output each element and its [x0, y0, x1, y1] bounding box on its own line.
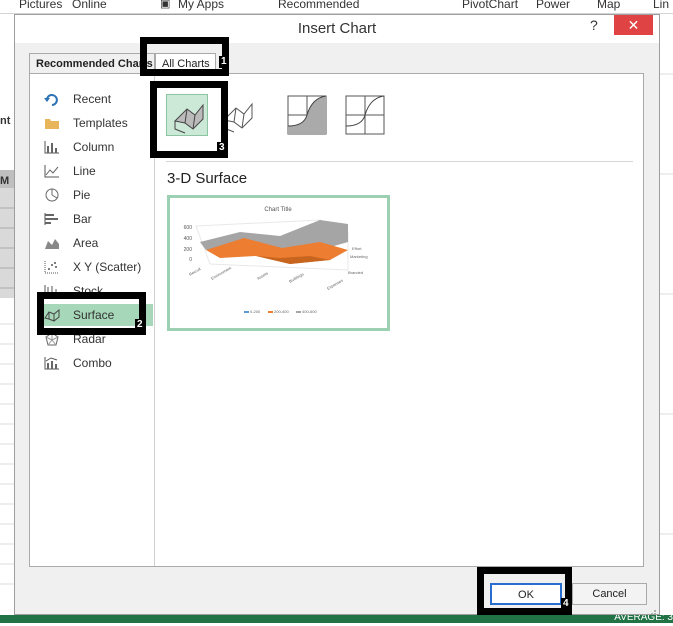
- category-label: Line: [73, 164, 96, 178]
- category-xy-scatter[interactable]: X Y (Scatter): [43, 256, 153, 278]
- ribbon-power[interactable]: Power: [536, 0, 570, 11]
- ribbon-my-apps[interactable]: My Apps: [178, 0, 224, 11]
- category-label: Templates: [73, 116, 128, 130]
- category-combo[interactable]: Combo: [43, 352, 153, 374]
- preview-surface-chart: Chart Title 600 400 200 0 Recruit Enviro…: [184, 207, 368, 314]
- chart-preview[interactable]: Chart Title 600 400 200 0 Recruit Enviro…: [167, 195, 390, 331]
- category-bar[interactable]: Bar: [43, 208, 153, 230]
- svg-text:M: M: [0, 175, 9, 187]
- area-chart-icon: [43, 235, 61, 251]
- annotation-number-3: 3: [217, 142, 227, 154]
- category-column[interactable]: Column: [43, 136, 153, 158]
- category-label: X Y (Scatter): [73, 260, 142, 274]
- category-recent[interactable]: Recent: [43, 88, 153, 110]
- category-pie[interactable]: Pie: [43, 184, 153, 206]
- preview-y-tick: 600: [184, 225, 193, 231]
- sheet-grid-right: [660, 73, 673, 535]
- preview-x-label: Recruit: [188, 266, 202, 277]
- legend-swatch: [296, 311, 301, 313]
- wireframe-contour-icon: [345, 95, 385, 135]
- preview-y-tick: 200: [184, 247, 193, 253]
- category-label: Area: [73, 236, 99, 250]
- dialog-title: Insert Chart: [297, 20, 377, 37]
- preview-chart-title: Chart Title: [264, 207, 292, 213]
- annotation-box-4: [477, 567, 572, 615]
- legend-swatch: [268, 311, 273, 313]
- legend-entry: 200-400: [274, 309, 289, 314]
- ribbon-pivotchart[interactable]: PivotChart: [462, 0, 518, 11]
- subtype-title: 3-D Surface: [167, 170, 248, 187]
- subtype-wireframe-contour[interactable]: [344, 94, 386, 136]
- preview-y-tick: 400: [184, 236, 193, 242]
- sheet-right-edge: [660, 14, 673, 623]
- ribbon-online[interactable]: Online: [72, 0, 107, 11]
- preview-z-label: Branded: [348, 270, 363, 275]
- column-chart-icon: [43, 139, 61, 155]
- preview-z-label: Marketing: [350, 254, 368, 259]
- svg-text:nt: nt: [0, 115, 11, 127]
- legend-entry: 400-600: [302, 309, 317, 314]
- preview-x-label: Buildings: [288, 271, 305, 283]
- ribbon-map[interactable]: Map: [597, 0, 620, 11]
- recent-icon: [43, 91, 61, 107]
- annotation-number-1: 1: [219, 56, 229, 68]
- category-label: Bar: [73, 212, 92, 226]
- contour-icon: [287, 95, 327, 135]
- annotation-number-2: 2: [135, 319, 145, 331]
- ribbon-pictures[interactable]: Pictures: [19, 0, 62, 11]
- line-chart-icon: [43, 163, 61, 179]
- category-label: Pie: [73, 188, 91, 202]
- category-label: Recent: [73, 92, 112, 106]
- category-area[interactable]: Area: [43, 232, 153, 254]
- preview-y-tick: 0: [189, 257, 192, 263]
- category-templates[interactable]: Templates: [43, 112, 153, 134]
- myapps-icon: ▣: [160, 0, 171, 10]
- help-button[interactable]: ?: [590, 17, 598, 33]
- annotation-number-4: 4: [561, 598, 571, 610]
- pie-chart-icon: [43, 187, 61, 203]
- divider: [166, 161, 633, 162]
- close-button[interactable]: ✕: [614, 15, 653, 35]
- legend-entry: 0-200: [250, 309, 261, 314]
- status-bar: [0, 615, 673, 623]
- ribbon-lin[interactable]: Lin: [653, 0, 669, 11]
- category-line[interactable]: Line: [43, 160, 153, 182]
- tab-recommended-charts[interactable]: Recommended Charts: [29, 53, 155, 73]
- dialog-titlebar: Insert Chart ? ✕: [15, 15, 659, 43]
- preview-x-label: Environment: [210, 265, 233, 281]
- combo-chart-icon: [43, 355, 61, 371]
- category-label: Combo: [73, 356, 112, 370]
- sheet-grid: nt M: [0, 115, 14, 585]
- cancel-button[interactable]: Cancel: [572, 583, 647, 605]
- preview-x-label: Expenses: [326, 278, 344, 291]
- scatter-chart-icon: [43, 259, 61, 275]
- category-label: Column: [73, 140, 115, 154]
- legend-swatch: [244, 311, 249, 313]
- annotation-box-2: [37, 292, 146, 335]
- ribbon: Pictures Online ▣ My Apps Recommended Pi…: [0, 0, 673, 14]
- folder-icon: [43, 115, 61, 131]
- ribbon-recommended[interactable]: Recommended: [278, 0, 359, 11]
- resize-grip-icon[interactable]: [647, 605, 657, 615]
- preview-x-label: Assets: [256, 271, 269, 281]
- preview-z-label: Effort: [352, 246, 362, 251]
- bar-chart-icon: [43, 211, 61, 227]
- annotation-box-1: [140, 37, 229, 76]
- sheet-left-edge: nt M: [0, 14, 14, 623]
- subtype-contour[interactable]: [286, 94, 328, 136]
